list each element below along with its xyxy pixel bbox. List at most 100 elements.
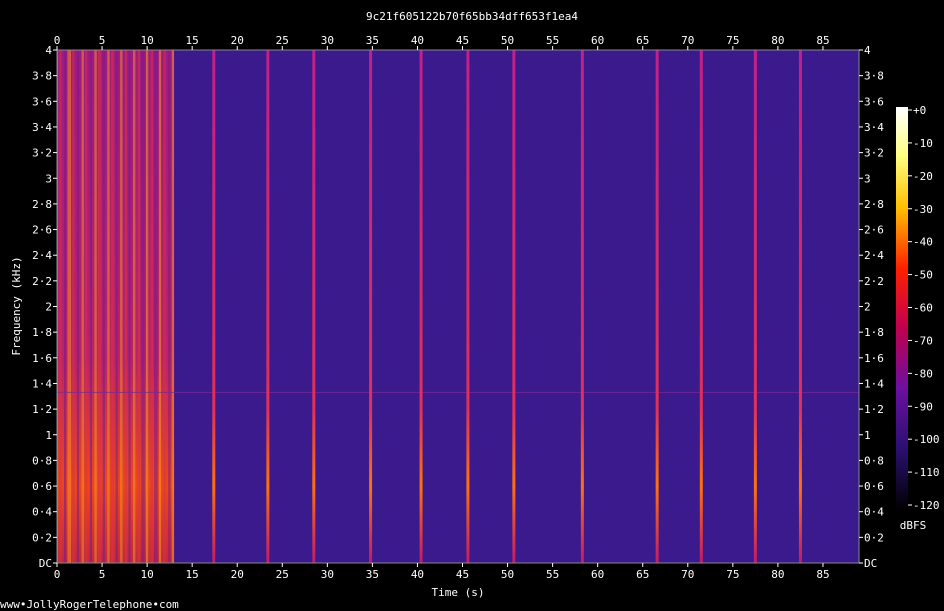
- noise-streak: [59, 50, 61, 563]
- noise-streak: [89, 50, 91, 563]
- x-tick-label: 75: [726, 568, 739, 581]
- y-tick-label: 0·4: [32, 506, 52, 519]
- website-footer: www•JollyRogerTelephone•com: [0, 598, 179, 611]
- y-tick-label-right: 2·6: [864, 224, 884, 237]
- y-tick-label: 3·4: [32, 121, 52, 134]
- plot-area: [57, 50, 859, 563]
- noise-streak: [68, 50, 70, 563]
- y-tick-label: 1·4: [32, 377, 52, 390]
- noise-streak: [64, 50, 66, 563]
- pulse-event: [798, 50, 802, 563]
- noise-streak: [158, 50, 160, 563]
- pulse-event: [655, 50, 659, 563]
- colorbar-tick-label: -110: [913, 466, 940, 479]
- x-tick-label-top: 25: [276, 34, 289, 47]
- y-tick-label: DC: [39, 557, 52, 570]
- x-tick-label-top: 75: [726, 34, 739, 47]
- noise-streak: [82, 50, 84, 563]
- noise-streak: [134, 50, 136, 563]
- noise-streak: [150, 50, 152, 563]
- x-tick-label-top: 70: [681, 34, 694, 47]
- noise-streak: [110, 50, 112, 563]
- y-tick-label-right: 1: [864, 429, 871, 442]
- y-tick-label: 2·2: [32, 275, 52, 288]
- pulse-event: [419, 50, 423, 563]
- y-tick-label-right: 2: [864, 301, 871, 314]
- noise-streak: [103, 50, 105, 563]
- y-tick-label: 2·8: [32, 198, 52, 211]
- y-tick-label: 3·2: [32, 147, 52, 160]
- noise-streak: [121, 50, 123, 563]
- noise-streak: [73, 50, 75, 563]
- x-tick-label-top: 30: [321, 34, 334, 47]
- noise-streak: [151, 50, 153, 563]
- colorbar-label: dBFS: [900, 519, 927, 532]
- y-tick-label: 4: [45, 44, 52, 57]
- chart-title: 9c21f605122b70f65bb34dff653f1ea4: [366, 10, 578, 23]
- noise-streak: [90, 50, 92, 563]
- y-tick-label: 1·2: [32, 403, 52, 416]
- y-tick-label-right: 3·8: [864, 70, 884, 83]
- x-tick-label-top: 65: [636, 34, 649, 47]
- y-tick-label: 3·8: [32, 70, 52, 83]
- noise-streak: [78, 50, 80, 563]
- y-tick-label-right: 3·4: [864, 121, 884, 134]
- y-tick-label: 1·8: [32, 326, 52, 339]
- colorbar-tick-label: -70: [913, 334, 933, 347]
- y-tick-label: 2·6: [32, 224, 52, 237]
- colorbar-tick-label: +0: [913, 104, 926, 117]
- x-tick-label: 60: [591, 568, 604, 581]
- noise-streak: [146, 50, 148, 563]
- x-tick-label: 55: [546, 568, 559, 581]
- y-tick-label: 2: [45, 301, 52, 314]
- noise-streak: [99, 50, 101, 563]
- y-axis-label: Frequency (kHz): [10, 256, 23, 355]
- x-axis-label: Time (s): [432, 586, 485, 599]
- y-tick-label: 1·6: [32, 352, 52, 365]
- noise-streak: [112, 50, 114, 563]
- pulse-event: [753, 50, 757, 563]
- x-tick-label-top: 35: [366, 34, 379, 47]
- x-tick-label: 5: [99, 568, 106, 581]
- x-tick-label: 10: [140, 568, 153, 581]
- x-tick-label-top: 85: [816, 34, 829, 47]
- noise-streak: [120, 50, 122, 563]
- y-tick-label-right: 3: [864, 172, 871, 185]
- y-tick-label-right: 0·8: [864, 454, 884, 467]
- pulse-event: [512, 50, 516, 563]
- noise-streak: [115, 50, 117, 563]
- y-tick-label-right: 2·8: [864, 198, 884, 211]
- y-tick-label: 1: [45, 429, 52, 442]
- noise-streak: [160, 50, 162, 563]
- noise-streak: [69, 50, 71, 563]
- y-tick-label: 0·2: [32, 531, 52, 544]
- x-tick-label: 40: [411, 568, 424, 581]
- x-tick-label: 25: [276, 568, 289, 581]
- noise-streak: [133, 50, 135, 563]
- colorbar-ticks: +0 -10 -20 -30 -40 -50 -60 -70 -80 -90 -100 -110 -12…: [908, 104, 940, 512]
- noise-streak: [81, 50, 83, 563]
- noise-streak: [94, 50, 96, 563]
- y-tick-label: 3·6: [32, 95, 52, 108]
- y-tick-label-right: 3·6: [864, 95, 884, 108]
- noise-streak: [113, 50, 115, 563]
- pulse-event: [312, 50, 316, 563]
- y-tick-label: 2·4: [32, 249, 52, 262]
- y-axis-left: DC 0·2 0·4 0·6 0·8 1 1·2 1·4 1·6 1·8 2 2·2 2·4 2·6 2·8…: [32, 44, 57, 570]
- y-tick-label: 3: [45, 172, 52, 185]
- noise-streak: [139, 50, 141, 563]
- noise-streak: [102, 50, 104, 563]
- y-axis-right: DC 0·2 0·4 0·6 0·8 1 1·2 1·4 1·6 1·8 2 2·2 2·4 2·6 2·8…: [859, 44, 884, 570]
- x-tick-label-top: 45: [456, 34, 469, 47]
- noisy-region: [57, 50, 175, 563]
- y-tick-label-right: 2·2: [864, 275, 884, 288]
- colorbar-tick-label: -10: [913, 137, 933, 150]
- x-tick-label: 85: [816, 568, 829, 581]
- y-tick-label-right: 1·6: [864, 352, 884, 365]
- colorbar-tick-label: -100: [913, 433, 940, 446]
- noise-streak: [171, 50, 173, 563]
- x-tick-label-top: 80: [771, 34, 784, 47]
- x-axis-bottom: 0 5 10 15 20 25 30 35 40 45 50 55 60 65 70 75 80 85: [54, 563, 830, 581]
- colorbar-tick-label: -40: [913, 236, 933, 249]
- noise-streak: [124, 50, 126, 563]
